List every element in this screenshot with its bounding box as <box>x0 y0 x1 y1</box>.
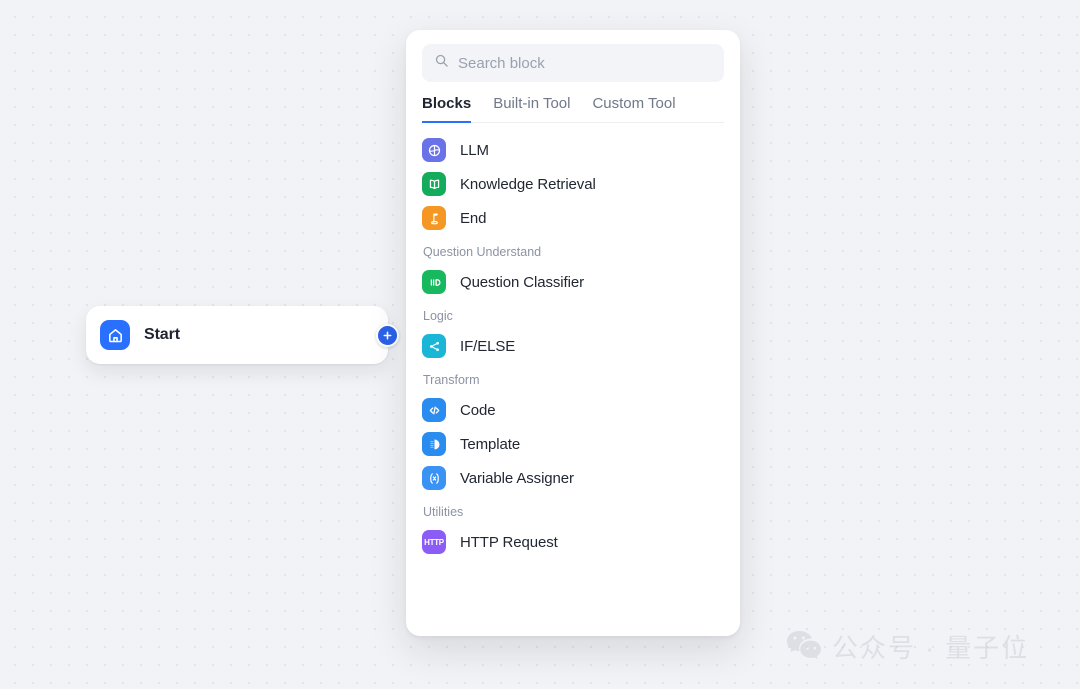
wechat-icon <box>786 629 822 665</box>
classifier-icon <box>422 270 446 294</box>
search-input[interactable] <box>458 54 712 72</box>
category-question-understand: Question Understand <box>423 245 542 259</box>
http-icon-text: HTTP <box>424 537 444 547</box>
category-utilities: Utilities <box>423 505 464 519</box>
variable-icon <box>422 466 446 490</box>
flag-icon <box>422 206 446 230</box>
search-icon <box>434 53 449 73</box>
add-next-node-button[interactable] <box>376 324 399 347</box>
block-item-http-request[interactable]: HTTP HTTP Request <box>416 525 730 559</box>
category-transform: Transform <box>423 373 480 387</box>
tab-built-in-tool[interactable]: Built-in Tool <box>493 95 570 123</box>
code-icon <box>422 398 446 422</box>
block-selector-panel: Blocks Built-in Tool Custom Tool LLM Kno… <box>406 30 740 636</box>
block-label: IF/ELSE <box>460 337 516 355</box>
http-icon: HTTP <box>422 530 446 554</box>
block-label: LLM <box>460 141 489 159</box>
book-icon <box>422 172 446 196</box>
block-item-code[interactable]: Code <box>416 393 730 427</box>
block-item-template[interactable]: Template <box>416 427 730 461</box>
block-label: Knowledge Retrieval <box>460 175 596 193</box>
block-list: LLM Knowledge Retrieval End Question Und… <box>406 123 740 636</box>
home-icon <box>100 320 130 350</box>
block-item-if-else[interactable]: IF/ELSE <box>416 329 730 363</box>
search-bar[interactable] <box>422 44 724 82</box>
block-label: Code <box>460 401 496 419</box>
tab-custom-tool[interactable]: Custom Tool <box>592 95 675 123</box>
block-label: Template <box>460 435 521 453</box>
block-item-question-classifier[interactable]: Question Classifier <box>416 265 730 299</box>
block-item-knowledge-retrieval[interactable]: Knowledge Retrieval <box>416 167 730 201</box>
block-label: Variable Assigner <box>460 469 574 487</box>
category-logic: Logic <box>423 309 453 323</box>
tab-blocks[interactable]: Blocks <box>422 95 472 123</box>
watermark-text: 公众号 · 量子位 <box>832 633 1030 663</box>
panel-tabs: Blocks Built-in Tool Custom Tool <box>422 95 724 123</box>
block-label: Question Classifier <box>460 273 584 291</box>
template-icon <box>422 432 446 456</box>
start-node-title: Start <box>144 326 180 343</box>
start-node[interactable]: Start <box>86 306 388 364</box>
block-item-end[interactable]: End <box>416 201 730 235</box>
watermark: 公众号 · 量子位 <box>786 628 1029 665</box>
block-label: HTTP Request <box>460 533 558 551</box>
llm-icon <box>422 138 446 162</box>
branch-icon <box>422 334 446 358</box>
block-label: End <box>460 209 487 227</box>
block-item-llm[interactable]: LLM <box>416 133 730 167</box>
block-item-variable-assigner[interactable]: Variable Assigner <box>416 461 730 495</box>
